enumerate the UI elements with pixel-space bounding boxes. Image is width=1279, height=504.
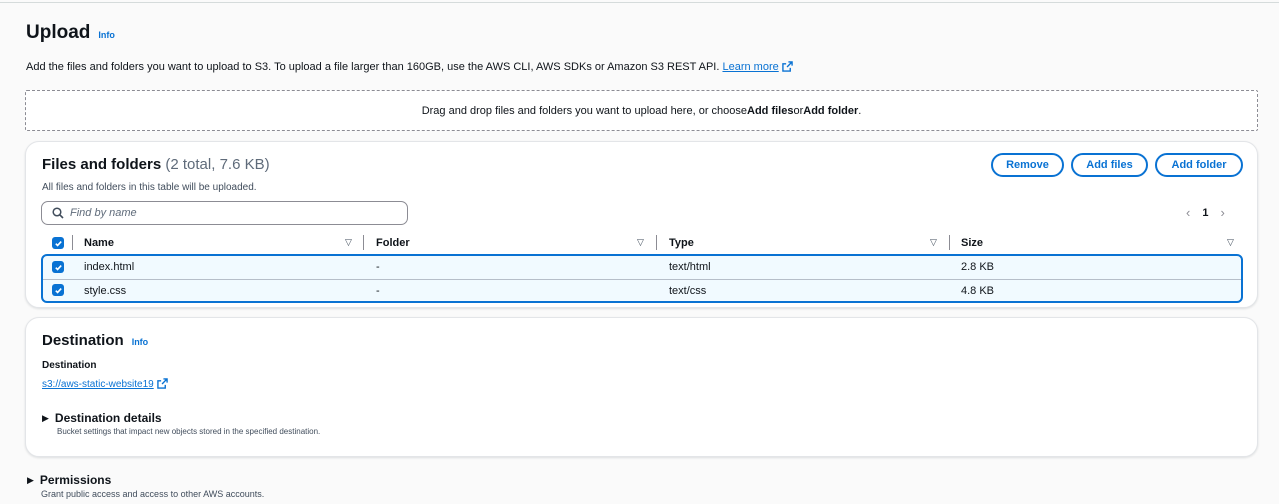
learn-more-link[interactable]: Learn more [722, 61, 793, 73]
column-header-name[interactable]: Name [84, 232, 114, 254]
file-dropzone[interactable]: Drag and drop files and folders you want… [25, 90, 1258, 131]
chevron-left-icon[interactable]: ‹ [1186, 205, 1190, 220]
destination-details-subtitle: Bucket settings that impact new objects … [57, 427, 321, 436]
column-divider [949, 235, 950, 250]
files-panel-title: Files and folders (2 total, 7.6 KB) [42, 156, 270, 173]
check-icon [54, 287, 62, 294]
page-header: Upload Info [26, 22, 115, 44]
bucket-url: s3://aws-static-website19 [42, 379, 154, 390]
remove-button[interactable]: Remove [991, 153, 1064, 177]
destination-details-expander[interactable]: ▶ Destination details [42, 411, 162, 425]
permissions-title: Permissions [39, 473, 112, 487]
cell-size: 2.8 KB [961, 261, 995, 273]
cell-size: 4.8 KB [961, 285, 995, 297]
chevron-right-icon[interactable]: › [1220, 205, 1224, 220]
column-divider [72, 235, 73, 250]
cell-folder: - [376, 285, 380, 297]
files-and-folders-panel: Files and folders (2 total, 7.6 KB) All … [25, 141, 1258, 308]
files-count: (2 total, 7.6 KB) [165, 156, 270, 173]
dropzone-add-files: Add files [747, 104, 794, 117]
cell-type: text/css [669, 285, 707, 297]
cell-folder: - [376, 261, 380, 273]
sort-icon[interactable]: ▽ [345, 237, 352, 248]
destination-panel-title: Destination Info [42, 332, 148, 349]
destination-bucket-link[interactable]: s3://aws-static-website19 [42, 378, 168, 390]
add-files-button[interactable]: Add files [1071, 153, 1148, 177]
files-table-body: index.html - text/html 2.8 KB style.css … [41, 254, 1243, 303]
select-all-checkbox[interactable] [52, 237, 64, 249]
column-header-type[interactable]: Type [669, 232, 694, 254]
column-header-size[interactable]: Size [961, 232, 983, 254]
page-description: Add the files and folders you want to up… [26, 61, 793, 73]
destination-details-title: Destination details [54, 411, 162, 425]
check-icon [54, 240, 62, 247]
sort-icon[interactable]: ▽ [637, 237, 644, 248]
pagination: ‹ 1 › [1186, 205, 1225, 220]
destination-panel: Destination Info Destination s3://aws-st… [25, 317, 1258, 457]
sort-icon[interactable]: ▽ [930, 237, 937, 248]
check-icon [54, 264, 62, 271]
dropzone-end: . [858, 104, 862, 117]
description-text: Add the files and folders you want to up… [26, 61, 720, 73]
external-link-icon [156, 378, 168, 389]
page-number[interactable]: 1 [1202, 207, 1208, 219]
column-header-folder[interactable]: Folder [376, 232, 410, 254]
cell-type: text/html [669, 261, 711, 273]
search-icon [52, 207, 64, 219]
column-divider [656, 235, 657, 250]
permissions-expander[interactable]: ▶ Permissions [27, 473, 111, 487]
files-title-text: Files and folders [42, 156, 162, 173]
info-link[interactable]: Info [98, 30, 115, 40]
dropzone-add-folder: Add folder [803, 104, 859, 117]
row-checkbox[interactable] [52, 261, 64, 273]
destination-title-text: Destination [42, 332, 124, 349]
table-header: Name ▽ Folder ▽ Type ▽ Size ▽ [41, 232, 1243, 254]
table-row[interactable]: index.html - text/html 2.8 KB [43, 256, 1241, 278]
page-title: Upload [26, 22, 91, 43]
add-folder-button[interactable]: Add folder [1155, 153, 1243, 177]
permissions-subtitle: Grant public access and access to other … [41, 489, 265, 499]
learn-more-label: Learn more [722, 61, 779, 73]
cell-name: style.css [84, 285, 127, 297]
table-row[interactable]: style.css - text/css 4.8 KB [43, 279, 1241, 301]
top-divider [0, 2, 1279, 3]
caret-right-icon: ▶ [27, 474, 34, 485]
cell-name: index.html [84, 261, 135, 273]
external-link-icon [781, 61, 793, 72]
sort-icon[interactable]: ▽ [1227, 237, 1234, 248]
caret-right-icon: ▶ [42, 412, 49, 423]
info-link[interactable]: Info [132, 337, 149, 347]
dropzone-text-before: Drag and drop files and folders you want… [421, 104, 748, 117]
files-panel-subtitle: All files and folders in this table will… [42, 182, 257, 193]
row-checkbox[interactable] [52, 284, 64, 296]
search-box [41, 201, 408, 225]
column-divider [363, 235, 364, 250]
destination-label: Destination [42, 360, 97, 371]
dropzone-or: or [793, 104, 804, 117]
search-input[interactable] [70, 207, 390, 219]
